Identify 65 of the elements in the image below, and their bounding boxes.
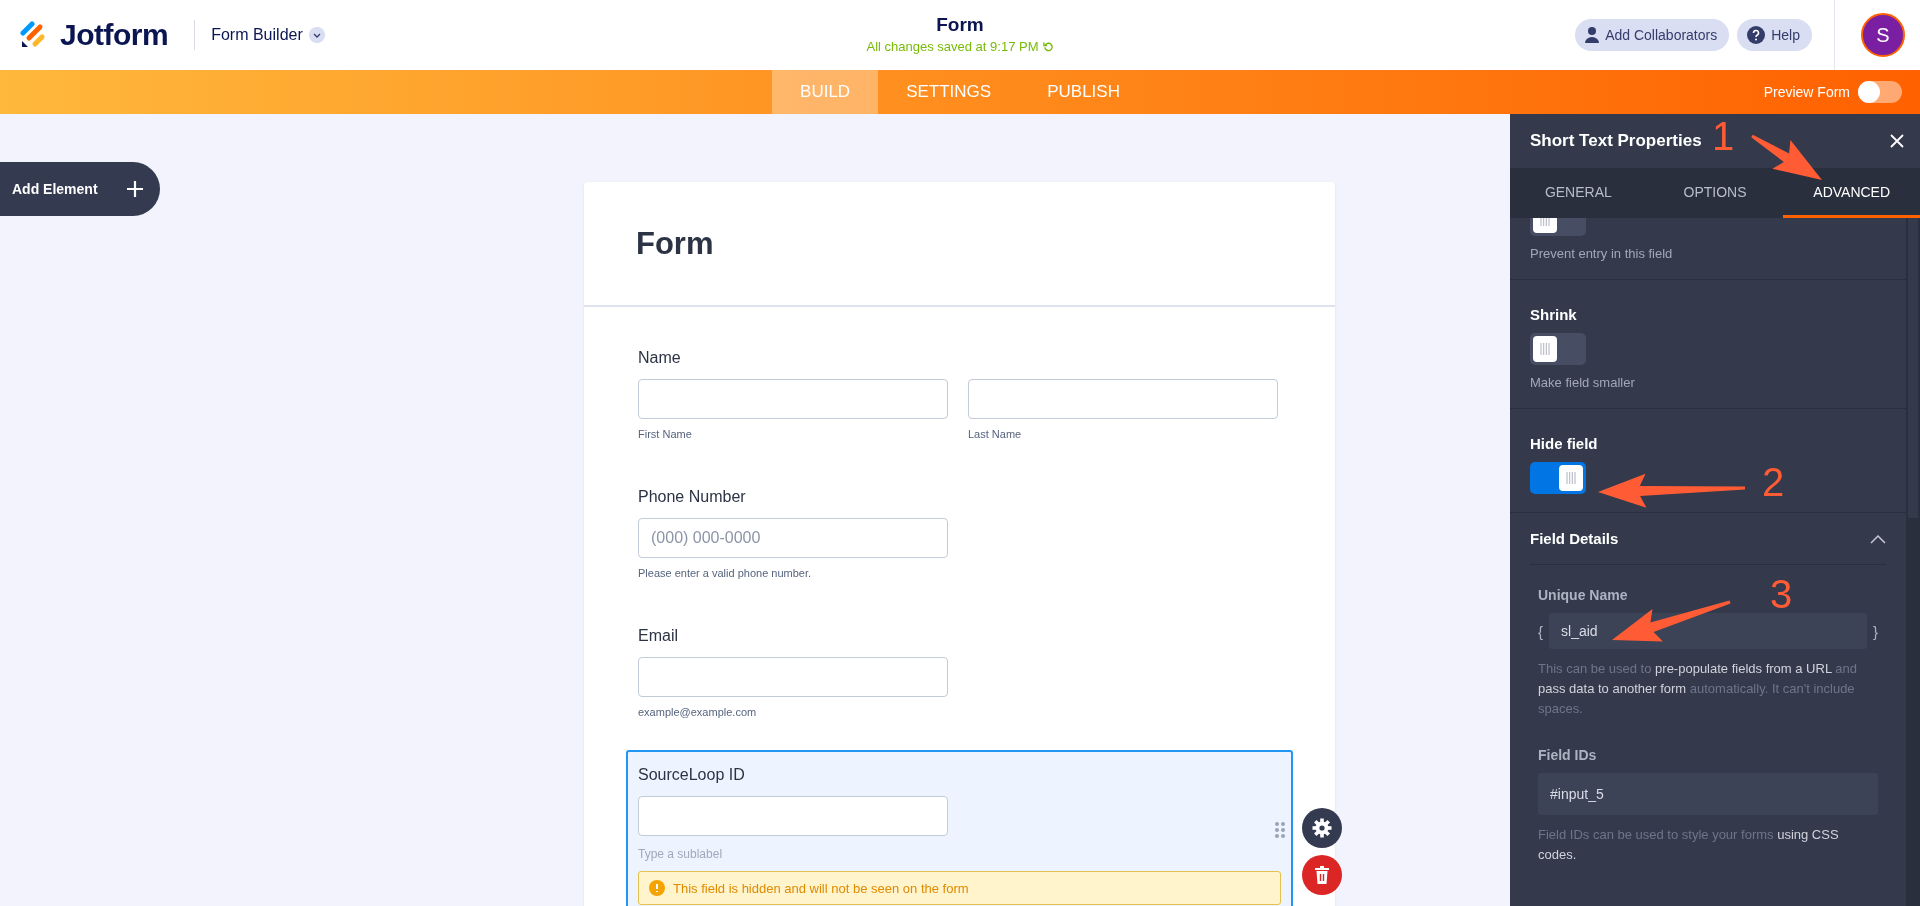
properties-tab[interactable]: GENERAL <box>1510 168 1647 218</box>
warning-text: This field is hidden and will not be seen on the form <box>673 880 969 896</box>
field-label: Email <box>638 627 679 645</box>
form-title: Form <box>936 14 984 36</box>
add-collaborators-button[interactable]: Add Collaborators <box>1575 19 1730 51</box>
preview-toggle[interactable] <box>1858 81 1902 103</box>
close-icon <box>1890 134 1904 148</box>
sublabel: example@example.com <box>638 706 758 718</box>
refresh-icon <box>1042 41 1054 52</box>
logo-text: Jotform <box>60 18 169 52</box>
sublabel: Last Name <box>968 428 1023 440</box>
save-status: All changes saved at 9:17 PM <box>866 39 1039 54</box>
help-icon <box>1747 26 1766 44</box>
form-field[interactable]: Email example@example.com <box>626 611 1293 734</box>
text-input[interactable] <box>968 379 1278 419</box>
setting-description: Make field smaller <box>1530 375 1636 390</box>
toggle-switch[interactable] <box>1530 462 1586 494</box>
settings-icon <box>1312 818 1332 838</box>
grip-lines-icon <box>1566 471 1576 485</box>
setting-label: Shrink <box>1530 306 1578 323</box>
field-ids-input[interactable]: #input_5 <box>1538 773 1878 815</box>
preview-form-label: Preview Form <box>1763 84 1850 100</box>
text-input[interactable] <box>638 796 948 836</box>
toggle-switch[interactable] <box>1530 333 1586 365</box>
text-input[interactable] <box>638 379 948 419</box>
form-field[interactable]: Phone Number (000) 000-0000 Please enter a valid phone number. <box>626 472 1293 595</box>
field-label: SourceLoop ID <box>638 766 746 784</box>
field-details-header[interactable]: Field Details <box>1530 513 1886 565</box>
chevron-up-icon <box>1870 533 1886 544</box>
close-button[interactable] <box>1890 134 1904 148</box>
person-icon <box>1585 27 1600 43</box>
field-label: Phone Number <box>638 488 747 506</box>
text-input[interactable]: (000) 000-0000 <box>638 518 948 558</box>
panel-title: Short Text Properties <box>1530 131 1702 151</box>
form-field[interactable]: Name First Name Last Name <box>626 333 1293 456</box>
field-label: Field IDs <box>1538 747 1597 763</box>
help-button[interactable]: Help <box>1737 19 1812 51</box>
annotation-number: 2 <box>1762 462 1785 502</box>
annotation-number: 3 <box>1770 574 1793 614</box>
grip-lines-icon <box>1540 342 1550 356</box>
annotation-arrow <box>1751 134 1822 180</box>
setting-description: Prevent entry in this field <box>1530 246 1674 261</box>
user-avatar[interactable]: S <box>1861 13 1905 57</box>
form-builder-dropdown[interactable]: Form Builder <box>211 26 325 44</box>
form-heading: Form <box>636 225 714 262</box>
drag-handle-icon[interactable] <box>1275 822 1285 838</box>
annotation-number: 1 <box>1712 116 1735 156</box>
properties-tab[interactable]: OPTIONS <box>1646 168 1784 218</box>
brace-symbol: { <box>1538 622 1543 640</box>
unique-name-input[interactable]: sl_aid <box>1549 613 1867 649</box>
scrollbar[interactable] <box>1906 218 1920 906</box>
trash-icon <box>1314 866 1330 884</box>
sublabel: First Name <box>638 428 693 440</box>
plus-icon <box>126 180 144 198</box>
warning-icon <box>649 880 665 896</box>
form-field[interactable]: SourceLoop ID Type a sublabel This field is hidden and will not be seen on the form <box>626 750 1293 906</box>
field-label: Unique Name <box>1538 587 1628 603</box>
help-text: This can be used to pre-populate fields from a URL and pass data to another form automatically. It can't include spaces. <box>1538 660 1858 718</box>
sublabel: Please enter a valid phone number. <box>638 567 813 579</box>
add-element-button[interactable]: Add Element <box>0 162 160 216</box>
field-label: Name <box>638 349 682 367</box>
help-text: Field IDs can be used to style your forms using CSS codes. <box>1538 826 1840 864</box>
setting-label: Hide field <box>1530 435 1599 452</box>
brace-symbol: } <box>1873 622 1878 640</box>
text-input[interactable] <box>638 657 948 697</box>
